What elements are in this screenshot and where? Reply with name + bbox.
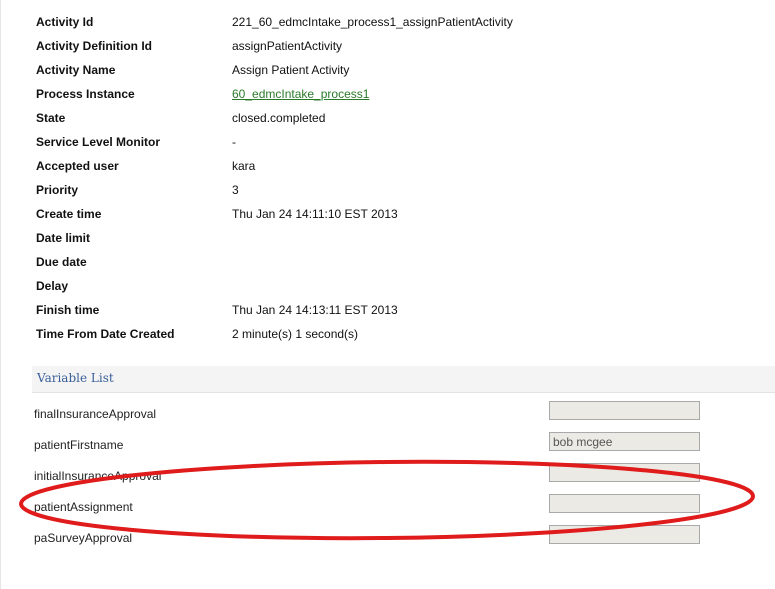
variable-name: paSurveyApproval [34, 531, 133, 545]
prop-due-date: Due date [36, 250, 756, 274]
prop-service-level-monitor: Service Level Monitor - [36, 130, 756, 154]
prop-value: Thu Jan 24 14:11:10 EST 2013 [232, 207, 398, 221]
prop-label: Delay [36, 279, 69, 293]
variable-list-title: Variable List [37, 371, 114, 385]
variable-row: patientAssignment [34, 491, 734, 522]
variable-row: patientFirstname [34, 429, 734, 460]
prop-process-instance: Process Instance 60_edmcIntake_process1 [36, 82, 756, 106]
prop-label: State [36, 111, 66, 125]
prop-value: Thu Jan 24 14:13:11 EST 2013 [232, 303, 398, 317]
variable-value-input[interactable] [549, 401, 700, 420]
variable-row: initialInsuranceApproval [34, 460, 734, 491]
prop-value: Assign Patient Activity [232, 63, 350, 77]
variable-value-input[interactable] [549, 432, 700, 451]
prop-label: Process Instance [36, 87, 135, 101]
prop-label: Activity Id [36, 15, 94, 29]
prop-label: Time From Date Created [36, 327, 175, 341]
prop-create-time: Create time Thu Jan 24 14:11:10 EST 2013 [36, 202, 756, 226]
variable-name: initialInsuranceApproval [34, 469, 162, 483]
prop-priority: Priority 3 [36, 178, 756, 202]
variable-name: patientFirstname [34, 438, 124, 452]
prop-label: Date limit [36, 231, 91, 245]
prop-date-limit: Date limit [36, 226, 756, 250]
prop-activity-definition-id: Activity Definition Id assignPatientActi… [36, 34, 756, 58]
prop-value: kara [232, 159, 256, 173]
prop-value: assignPatientActivity [232, 39, 343, 53]
prop-value: 2 minute(s) 1 second(s) [232, 327, 359, 341]
variable-value-input[interactable] [549, 463, 700, 482]
prop-activity-name: Activity Name Assign Patient Activity [36, 58, 756, 82]
prop-label: Activity Name [36, 63, 116, 77]
prop-time-from-date-created: Time From Date Created 2 minute(s) 1 sec… [36, 322, 756, 346]
prop-delay: Delay [36, 274, 756, 298]
prop-label: Due date [36, 255, 87, 269]
prop-value: 3 [232, 183, 239, 197]
prop-label: Finish time [36, 303, 100, 317]
prop-finish-time: Finish time Thu Jan 24 14:13:11 EST 2013 [36, 298, 756, 322]
prop-accepted-user: Accepted user kara [36, 154, 756, 178]
prop-label: Service Level Monitor [36, 135, 161, 149]
prop-value: 60_edmcIntake_process1 [232, 82, 369, 106]
activity-properties: Activity Id 221_60_edmcIntake_process1_a… [36, 10, 756, 346]
variable-name: patientAssignment [34, 500, 133, 514]
prop-value: 221_60_edmcIntake_process1_assignPatient… [232, 15, 513, 29]
prop-value: - [232, 135, 236, 149]
prop-state: State closed.completed [36, 106, 756, 130]
page-left-border [0, 0, 1, 589]
prop-label: Priority [36, 183, 79, 197]
variable-row: finalInsuranceApproval [34, 398, 734, 429]
variable-value-input[interactable] [549, 494, 700, 513]
variable-row: paSurveyApproval [34, 522, 734, 553]
prop-label: Accepted user [36, 159, 119, 173]
variable-name: finalInsuranceApproval [34, 407, 157, 421]
prop-label: Create time [36, 207, 102, 221]
prop-value: closed.completed [232, 111, 326, 125]
variable-list-header: Variable List [32, 366, 775, 393]
variable-value-input[interactable] [549, 525, 700, 544]
prop-label: Activity Definition Id [36, 39, 153, 53]
variable-list: finalInsuranceApproval patientFirstname … [34, 398, 734, 553]
prop-activity-id: Activity Id 221_60_edmcIntake_process1_a… [36, 10, 756, 34]
process-instance-link[interactable]: 60_edmcIntake_process1 [232, 87, 369, 101]
